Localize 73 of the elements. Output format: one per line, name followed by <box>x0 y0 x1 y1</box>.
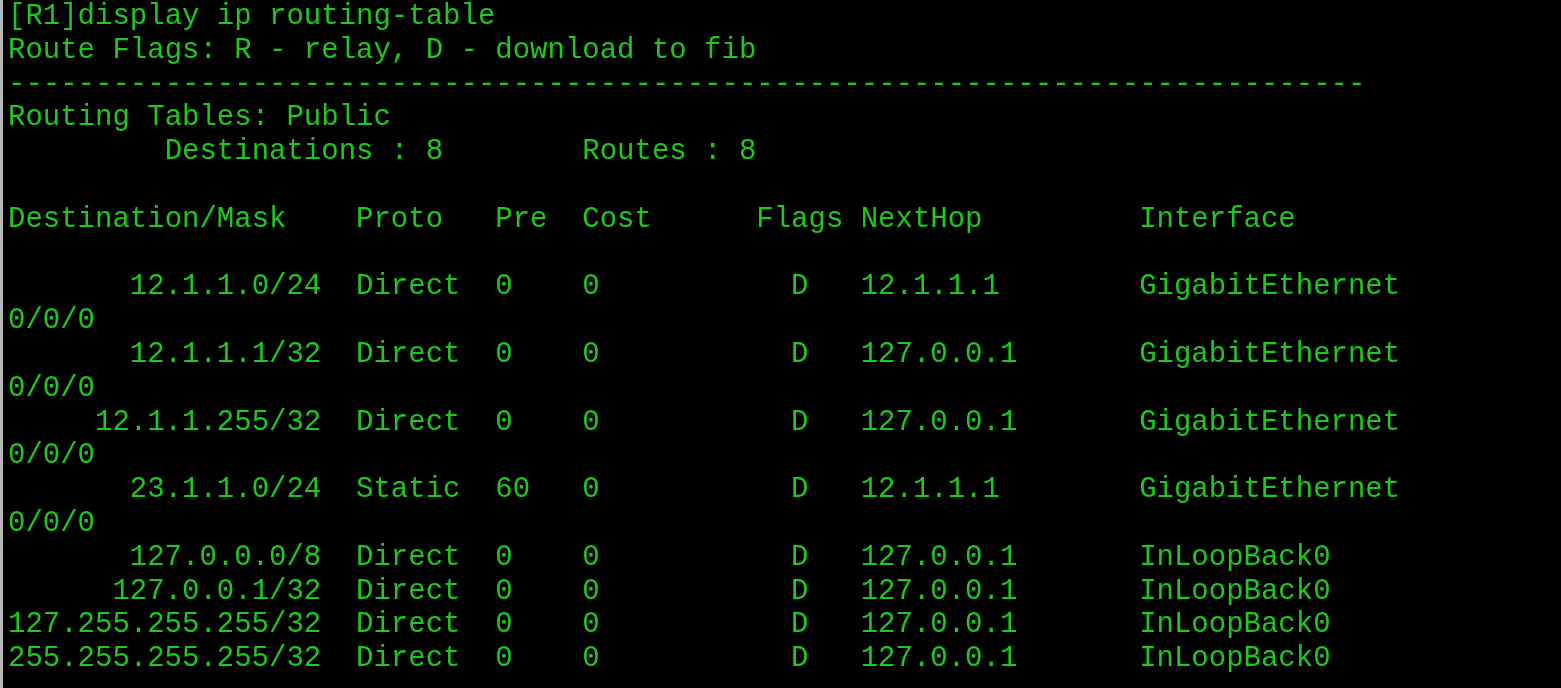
interface-cell: GigabitEthernet <box>1139 405 1401 440</box>
flags-cell: D <box>791 337 809 372</box>
flags-cell: D <box>791 405 809 440</box>
proto-cell: Direct <box>356 337 461 372</box>
flags-legend: Route Flags: R - relay, D - download to fib <box>8 33 757 68</box>
proto-cell: Direct <box>356 540 461 575</box>
nexthop-cell: 127.0.0.1 <box>860 574 1018 609</box>
routes-count: Routes : 8 <box>582 135 757 169</box>
flags-cell: D <box>791 642 809 676</box>
pre-cell: 0 <box>495 574 513 609</box>
destination-cell: 127.0.0.0/8 <box>129 540 322 575</box>
proto-header: Proto <box>356 202 444 237</box>
nexthop-cell: 127.0.0.1 <box>860 642 1018 676</box>
pre-cell: 0 <box>495 405 513 440</box>
nexthop-cell: 127.0.0.1 <box>860 405 1018 440</box>
proto-cell: Direct <box>356 608 461 643</box>
flags-cell: D <box>791 540 809 575</box>
pre-cell: 0 <box>495 642 513 676</box>
proto-cell: Direct <box>356 270 461 305</box>
interface-cell: InLoopBack0 <box>1139 642 1331 676</box>
cost-cell: 0 <box>582 574 600 609</box>
pre-cell: 0 <box>495 270 513 305</box>
cost-cell: 0 <box>582 642 600 676</box>
interface-cell: InLoopBack0 <box>1139 608 1331 643</box>
destination-cell: 23.1.1.0/24 <box>129 473 322 507</box>
flags-cell: D <box>791 574 809 609</box>
cost-cell: 0 <box>582 473 600 507</box>
nexthop-cell: 127.0.0.1 <box>860 337 1018 372</box>
interface-cell: InLoopBack0 <box>1139 574 1331 609</box>
separator-line: ------------------------------------------------------------------------------ <box>8 67 1366 102</box>
destination-header: Destination/Mask <box>8 202 287 237</box>
interface-cell-continued: 0/0/0 <box>8 304 95 338</box>
destinations-count: Destinations : 8 <box>164 135 444 169</box>
proto-cell: Static <box>356 473 461 507</box>
cost-cell: 0 <box>582 608 600 643</box>
destination-cell: 255.255.255.255/32 <box>8 642 322 676</box>
pre-cell: 0 <box>495 608 513 643</box>
interface-cell-continued: 0/0/0 <box>8 371 95 406</box>
nexthop-header: NextHop <box>860 202 983 237</box>
pre-cell: 0 <box>495 540 513 575</box>
flags-cell: D <box>791 270 809 305</box>
flags-cell: D <box>791 608 809 643</box>
interface-cell: GigabitEthernet <box>1139 473 1401 507</box>
nexthop-cell: 12.1.1.1 <box>860 473 1000 507</box>
nexthop-cell: 12.1.1.1 <box>860 270 1000 305</box>
proto-cell: Direct <box>356 405 461 440</box>
nexthop-cell: 127.0.0.1 <box>860 608 1018 643</box>
pre-cell: 60 <box>495 473 531 507</box>
cost-header: Cost <box>582 202 652 237</box>
interface-cell: GigabitEthernet <box>1139 337 1401 372</box>
proto-cell: Direct <box>356 642 461 676</box>
flags-cell: D <box>791 473 809 507</box>
proto-cell: Direct <box>356 574 461 609</box>
cost-cell: 0 <box>582 337 600 372</box>
cost-cell: 0 <box>582 405 600 440</box>
destination-cell: 127.255.255.255/32 <box>8 608 322 643</box>
interface-cell-continued: 0/0/0 <box>8 506 95 541</box>
destination-cell: 12.1.1.255/32 <box>95 405 322 440</box>
interface-cell: GigabitEthernet <box>1139 270 1401 305</box>
pre-cell: 0 <box>495 337 513 372</box>
flags-header: Flags <box>756 202 844 237</box>
interface-cell-continued: 0/0/0 <box>8 439 95 474</box>
command-line: [R1]display ip routing-table <box>8 0 496 34</box>
cost-cell: 0 <box>582 540 600 575</box>
nexthop-cell: 127.0.0.1 <box>860 540 1018 575</box>
destination-cell: 12.1.1.1/32 <box>129 337 322 372</box>
interface-cell: InLoopBack0 <box>1139 540 1331 575</box>
destination-cell: 12.1.1.0/24 <box>129 270 322 305</box>
destination-cell: 127.0.0.1/32 <box>112 574 322 609</box>
interface-header: Interface <box>1139 202 1296 237</box>
cost-cell: 0 <box>582 270 600 305</box>
table-title: Routing Tables: Public <box>8 101 391 136</box>
pre-header: Pre <box>495 202 548 237</box>
